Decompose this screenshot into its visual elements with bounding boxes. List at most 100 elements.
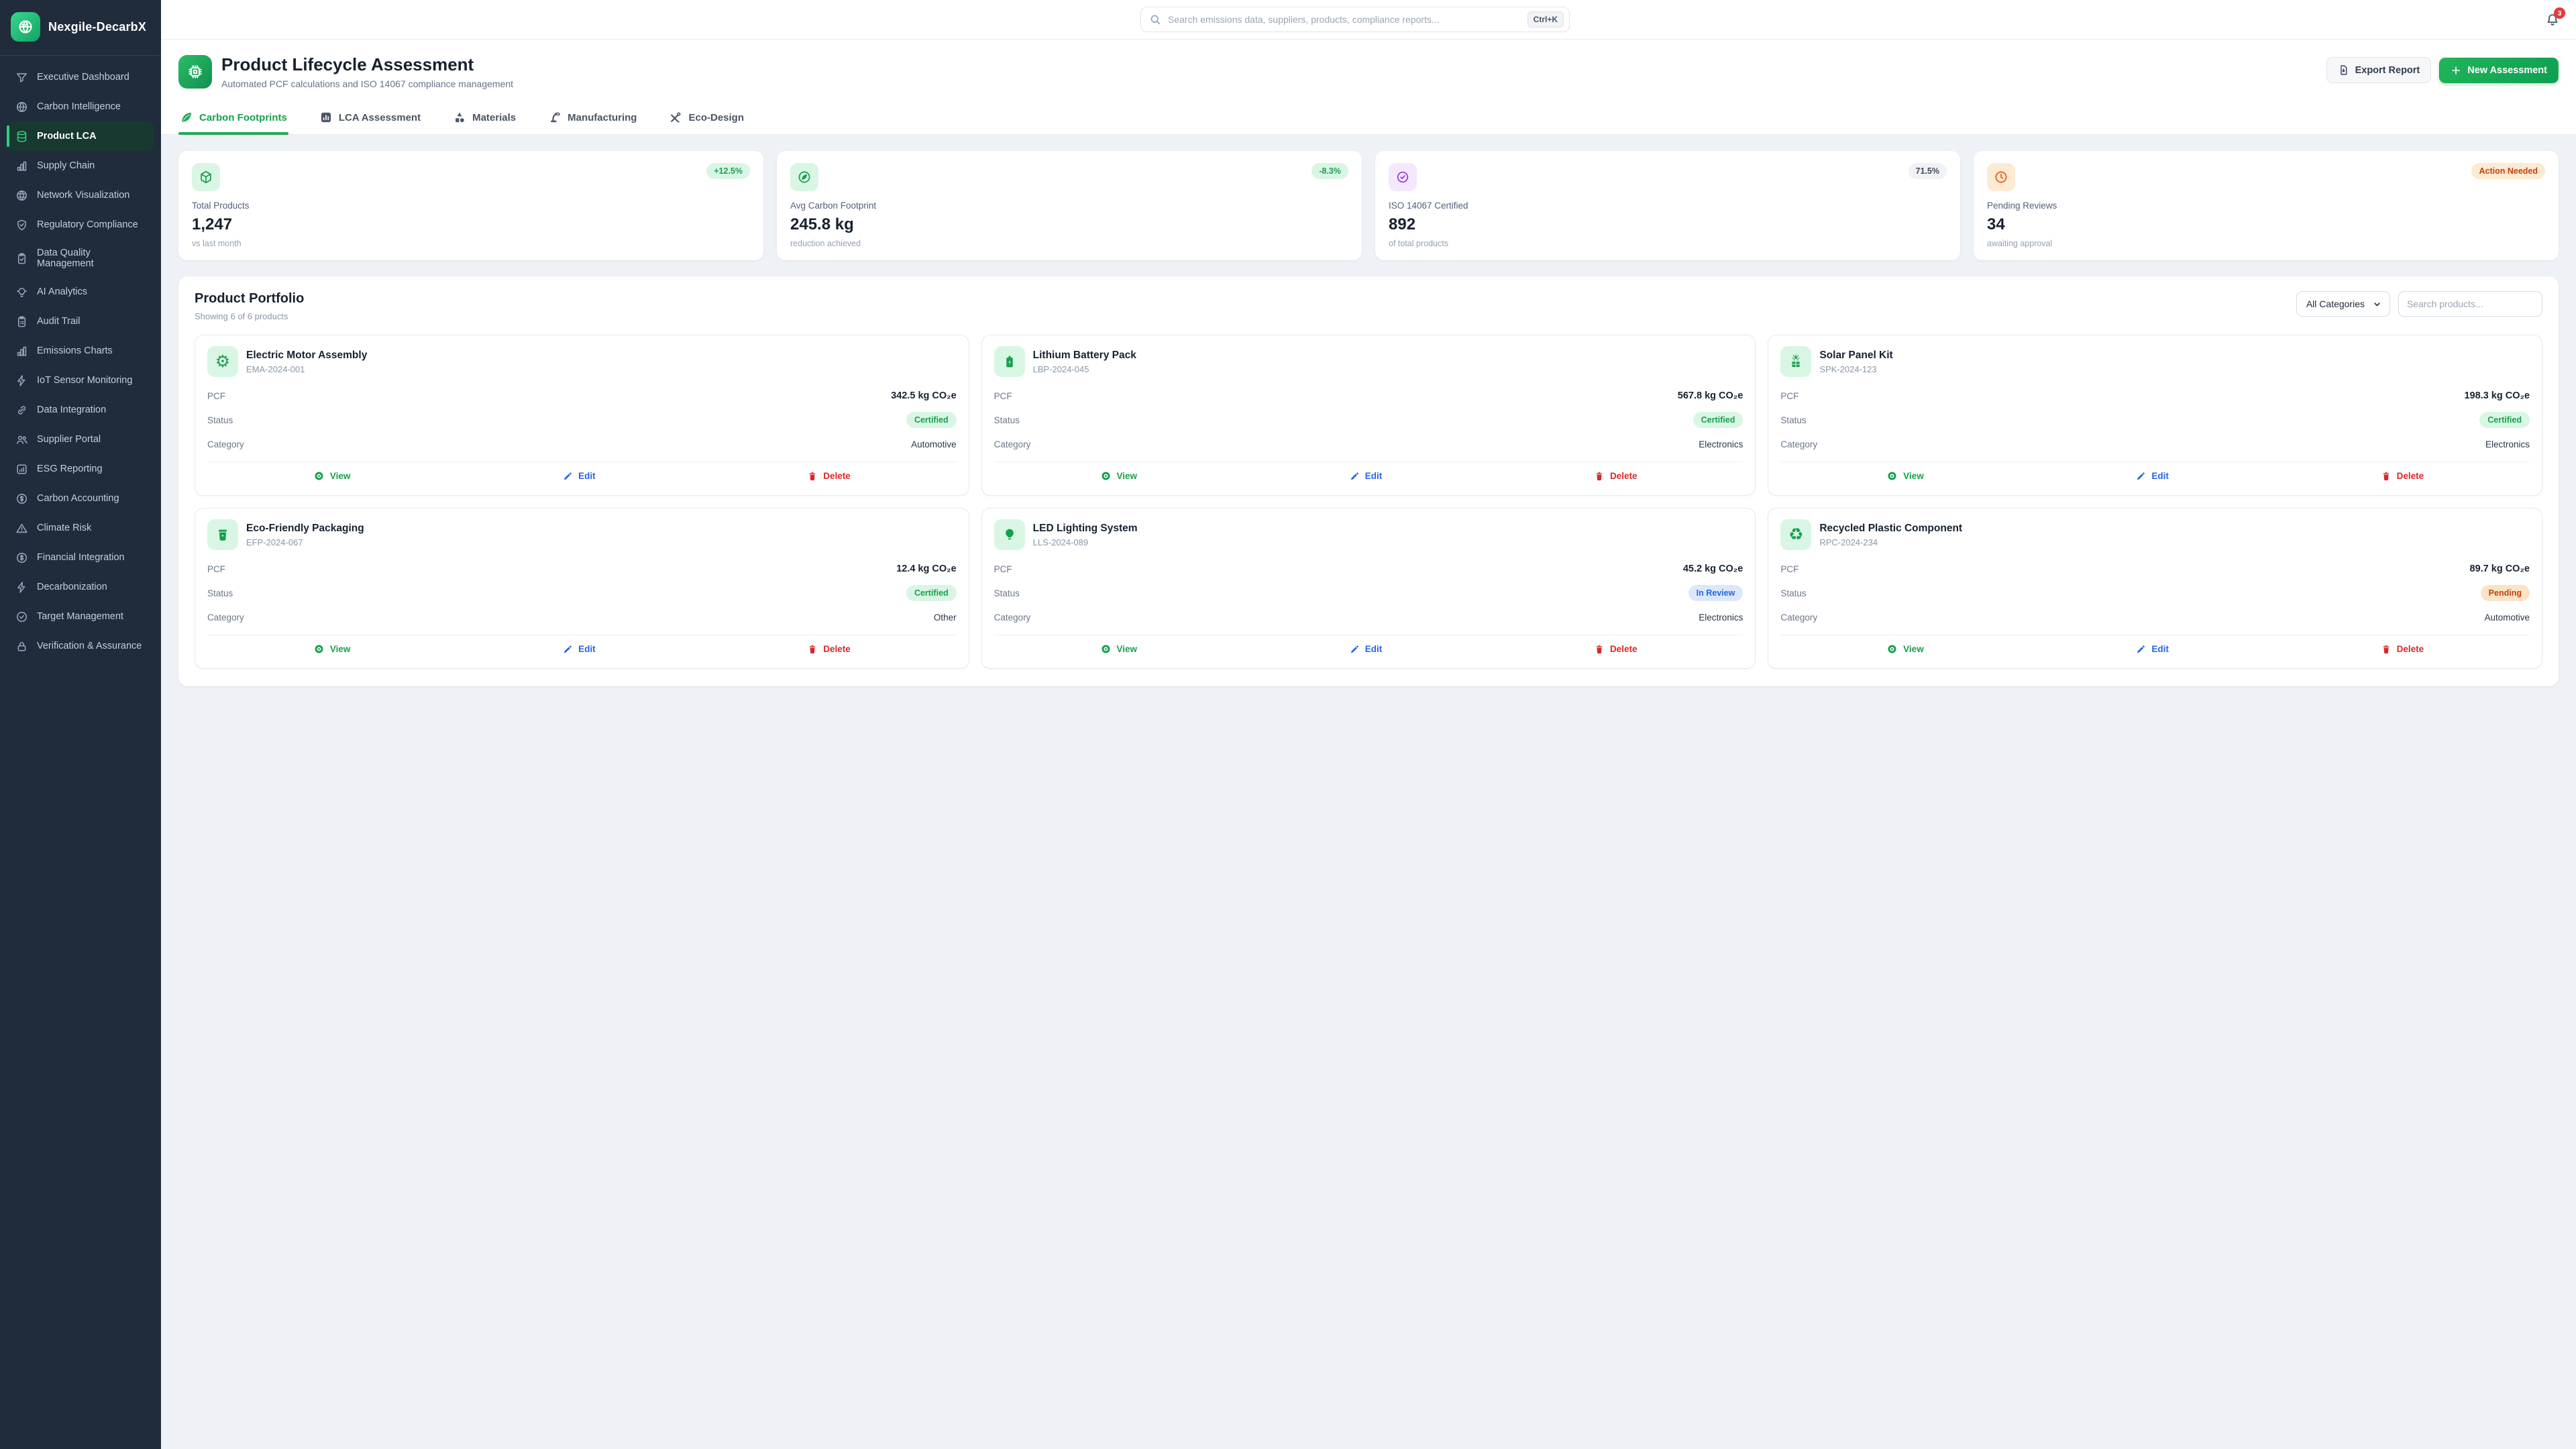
edit-button[interactable]: Edit xyxy=(1349,643,1383,655)
solar-panel-icon xyxy=(1780,346,1811,377)
globe-icon xyxy=(15,100,28,113)
sidebar-item-carbon-accounting[interactable]: Carbon Accounting xyxy=(7,484,154,513)
tab-label: LCA Assessment xyxy=(339,112,421,123)
tab-lca-assessment[interactable]: LCA Assessment xyxy=(318,104,422,134)
pcf-label: PCF xyxy=(994,564,1012,574)
trash-icon xyxy=(2381,644,2392,655)
sidebar-item-iot-sensor-monitoring[interactable]: IoT Sensor Monitoring xyxy=(7,366,154,395)
sidebar-item-product-lca[interactable]: Product LCA xyxy=(7,121,154,151)
edit-button[interactable]: Edit xyxy=(562,470,596,482)
stat-label: Avg Carbon Footprint xyxy=(790,201,1348,211)
delete-label: Delete xyxy=(1610,644,1638,654)
tab-bar: Carbon Footprints LCA Assessment Materia… xyxy=(178,104,2559,134)
lock-icon xyxy=(15,639,28,653)
view-label: View xyxy=(330,644,351,654)
bar-chart-square-icon xyxy=(319,111,333,124)
delete-button[interactable]: Delete xyxy=(807,643,851,655)
sidebar-item-network-visualization[interactable]: Network Visualization xyxy=(7,180,154,210)
sidebar-item-regulatory-compliance[interactable]: Regulatory Compliance xyxy=(7,210,154,239)
sidebar-item-supply-chain[interactable]: Supply Chain xyxy=(7,151,154,180)
bar-chart-icon xyxy=(15,344,28,358)
edit-button[interactable]: Edit xyxy=(2135,643,2169,655)
stat-value: 892 xyxy=(1389,215,1947,234)
portfolio-count: Showing 6 of 6 products xyxy=(195,311,304,321)
tab-label: Eco-Design xyxy=(688,112,744,123)
sidebar-item-verification-assurance[interactable]: Verification & Assurance xyxy=(7,631,154,661)
document-download-icon xyxy=(2338,64,2349,76)
tab-label: Materials xyxy=(472,112,516,123)
page-scroll[interactable]: Product Lifecycle Assessment Automated P… xyxy=(161,40,2576,1449)
product-id: LBP-2024-045 xyxy=(1033,364,1136,374)
category-value: Other xyxy=(934,612,957,623)
view-button[interactable]: View xyxy=(1886,643,1924,655)
category-filter-select[interactable]: All Categories xyxy=(2296,291,2390,317)
search-input[interactable] xyxy=(1168,14,1521,25)
delete-label: Delete xyxy=(2397,471,2424,481)
global-search[interactable]: Ctrl+K xyxy=(1140,7,1570,32)
status-label: Status xyxy=(1780,588,1806,598)
view-button[interactable]: View xyxy=(1100,470,1138,482)
tab-materials[interactable]: Materials xyxy=(451,104,517,134)
edit-button[interactable]: Edit xyxy=(1349,470,1383,482)
export-report-button[interactable]: Export Report xyxy=(2326,57,2432,83)
sidebar-item-data-integration[interactable]: Data Integration xyxy=(7,395,154,425)
new-assessment-button[interactable]: New Assessment xyxy=(2439,58,2559,83)
tab-label: Manufacturing xyxy=(568,112,637,123)
sidebar-item-target-management[interactable]: Target Management xyxy=(7,602,154,631)
tab-manufacturing[interactable]: Manufacturing xyxy=(547,104,638,134)
edit-button[interactable]: Edit xyxy=(2135,470,2169,482)
sidebar-item-ai-analytics[interactable]: AI Analytics xyxy=(7,277,154,307)
view-button[interactable]: View xyxy=(1100,643,1138,655)
sidebar-item-esg-reporting[interactable]: ESG Reporting xyxy=(7,454,154,484)
bar-chart-icon xyxy=(15,159,28,172)
page-title: Product Lifecycle Assessment xyxy=(221,54,513,75)
check-circle-icon xyxy=(15,610,28,623)
edit-label: Edit xyxy=(1365,471,1383,481)
portfolio-title: Product Portfolio xyxy=(195,291,304,307)
edit-button[interactable]: Edit xyxy=(562,643,596,655)
view-button[interactable]: View xyxy=(313,470,351,482)
product-card-electric-motor-assembly: ⚙ Electric Motor Assembly EMA-2024-001 P… xyxy=(195,335,969,496)
product-name: Electric Motor Assembly xyxy=(246,350,367,362)
tab-eco-design[interactable]: Eco-Design xyxy=(667,104,745,134)
delete-button[interactable]: Delete xyxy=(807,470,851,482)
funnel-icon xyxy=(15,70,28,84)
delete-button[interactable]: Delete xyxy=(1594,643,1638,655)
plus-icon xyxy=(2451,65,2461,76)
view-label: View xyxy=(1903,644,1924,654)
sidebar-item-data-quality-management[interactable]: Data Quality Management xyxy=(7,239,154,277)
sidebar-item-climate-risk[interactable]: Climate Risk xyxy=(7,513,154,543)
pcf-value: 89.7 kg CO₂e xyxy=(2470,564,2530,574)
edit-label: Edit xyxy=(2151,644,2169,654)
globe-icon xyxy=(17,19,34,35)
status-label: Status xyxy=(1780,415,1806,425)
status-badge: Certified xyxy=(906,585,957,601)
pcf-value: 567.8 kg CO₂e xyxy=(1678,390,1743,401)
view-button[interactable]: View xyxy=(1886,470,1924,482)
tools-icon xyxy=(669,111,682,124)
sidebar-item-carbon-intelligence[interactable]: Carbon Intelligence xyxy=(7,92,154,121)
leaf-icon xyxy=(180,111,193,124)
category-value: Automotive xyxy=(2484,612,2530,623)
notifications-button[interactable]: 3 xyxy=(2545,12,2560,27)
tab-carbon-footprints[interactable]: Carbon Footprints xyxy=(178,104,288,134)
sidebar-item-label: IoT Sensor Monitoring xyxy=(37,375,132,386)
delete-button[interactable]: Delete xyxy=(2381,643,2424,655)
sidebar-item-supplier-portal[interactable]: Supplier Portal xyxy=(7,425,154,454)
sidebar-item-emissions-charts[interactable]: Emissions Charts xyxy=(7,336,154,366)
stat-sub: reduction achieved xyxy=(790,239,1348,248)
link-icon xyxy=(15,403,28,417)
product-name: Eco-Friendly Packaging xyxy=(246,523,364,535)
view-button[interactable]: View xyxy=(313,643,351,655)
sidebar-item-audit-trail[interactable]: Audit Trail xyxy=(7,307,154,336)
delete-button[interactable]: Delete xyxy=(1594,470,1638,482)
stat-label: Pending Reviews xyxy=(1987,201,2545,211)
category-label: Category xyxy=(1780,612,1817,623)
sidebar-item-decarbonization[interactable]: Decarbonization xyxy=(7,572,154,602)
delete-button[interactable]: Delete xyxy=(2381,470,2424,482)
sidebar-nav: Executive Dashboard Carbon Intelligence … xyxy=(0,56,161,672)
sidebar-item-executive-dashboard[interactable]: Executive Dashboard xyxy=(7,62,154,92)
product-search-input[interactable] xyxy=(2398,291,2542,317)
sidebar-item-financial-integration[interactable]: Financial Integration xyxy=(7,543,154,572)
eye-icon xyxy=(1886,470,1898,482)
